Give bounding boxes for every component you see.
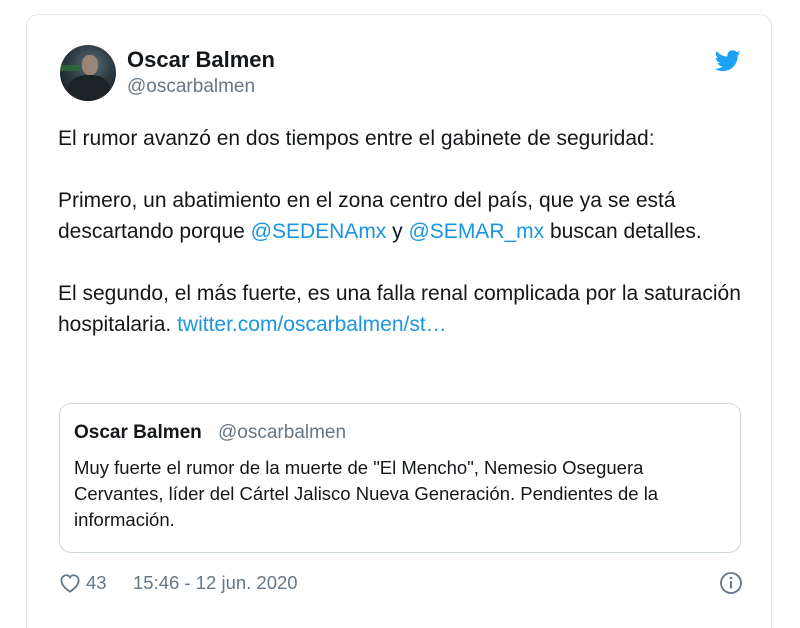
like-count[interactable]: 43 <box>86 572 107 594</box>
tweet-paragraph: Primero, un abatimiento en el zona centr… <box>58 185 758 247</box>
tweet-timestamp[interactable]: 15:46 - 12 jun. 2020 <box>133 572 298 594</box>
avatar-background-sign <box>60 65 80 71</box>
author-handle[interactable]: @oscarbalmen <box>127 76 255 98</box>
tweet-paragraph: El segundo, el más fuerte, es una falla … <box>58 278 758 340</box>
avatar-body <box>68 75 110 101</box>
mention-link-semar[interactable]: @SEMAR_mx <box>408 220 544 243</box>
tweet-card: Oscar Balmen @oscarbalmen El rumor avanz… <box>26 14 772 628</box>
tweet-footer: 43 15:46 - 12 jun. 2020 <box>59 571 749 597</box>
tweet-paragraph: El rumor avanzó en dos tiempos entre el … <box>58 127 655 150</box>
tweet-text-fragment: buscan detalles. <box>544 220 702 243</box>
quoted-author-name: Oscar Balmen <box>74 422 202 443</box>
tweet-url-link[interactable]: twitter.com/oscarbalmen/st… <box>177 313 447 336</box>
author-name[interactable]: Oscar Balmen <box>127 47 275 73</box>
info-icon[interactable] <box>719 571 743 595</box>
avatar[interactable] <box>60 45 116 101</box>
avatar-face <box>82 55 98 75</box>
tweet-text: El rumor avanzó en dos tiempos entre el … <box>58 123 758 340</box>
tweet-text-fragment: y <box>386 220 409 243</box>
quoted-tweet-text: Muy fuerte el rumor de la muerte de "El … <box>74 457 659 530</box>
quoted-tweet[interactable]: Oscar Balmen @oscarbalmen Muy fuerte el … <box>59 403 741 553</box>
mention-link-sedena[interactable]: @SEDENAmx <box>251 220 387 243</box>
heart-icon[interactable] <box>59 573 81 593</box>
quoted-author-handle: @oscarbalmen <box>218 422 347 443</box>
twitter-bird-icon[interactable] <box>715 50 741 72</box>
